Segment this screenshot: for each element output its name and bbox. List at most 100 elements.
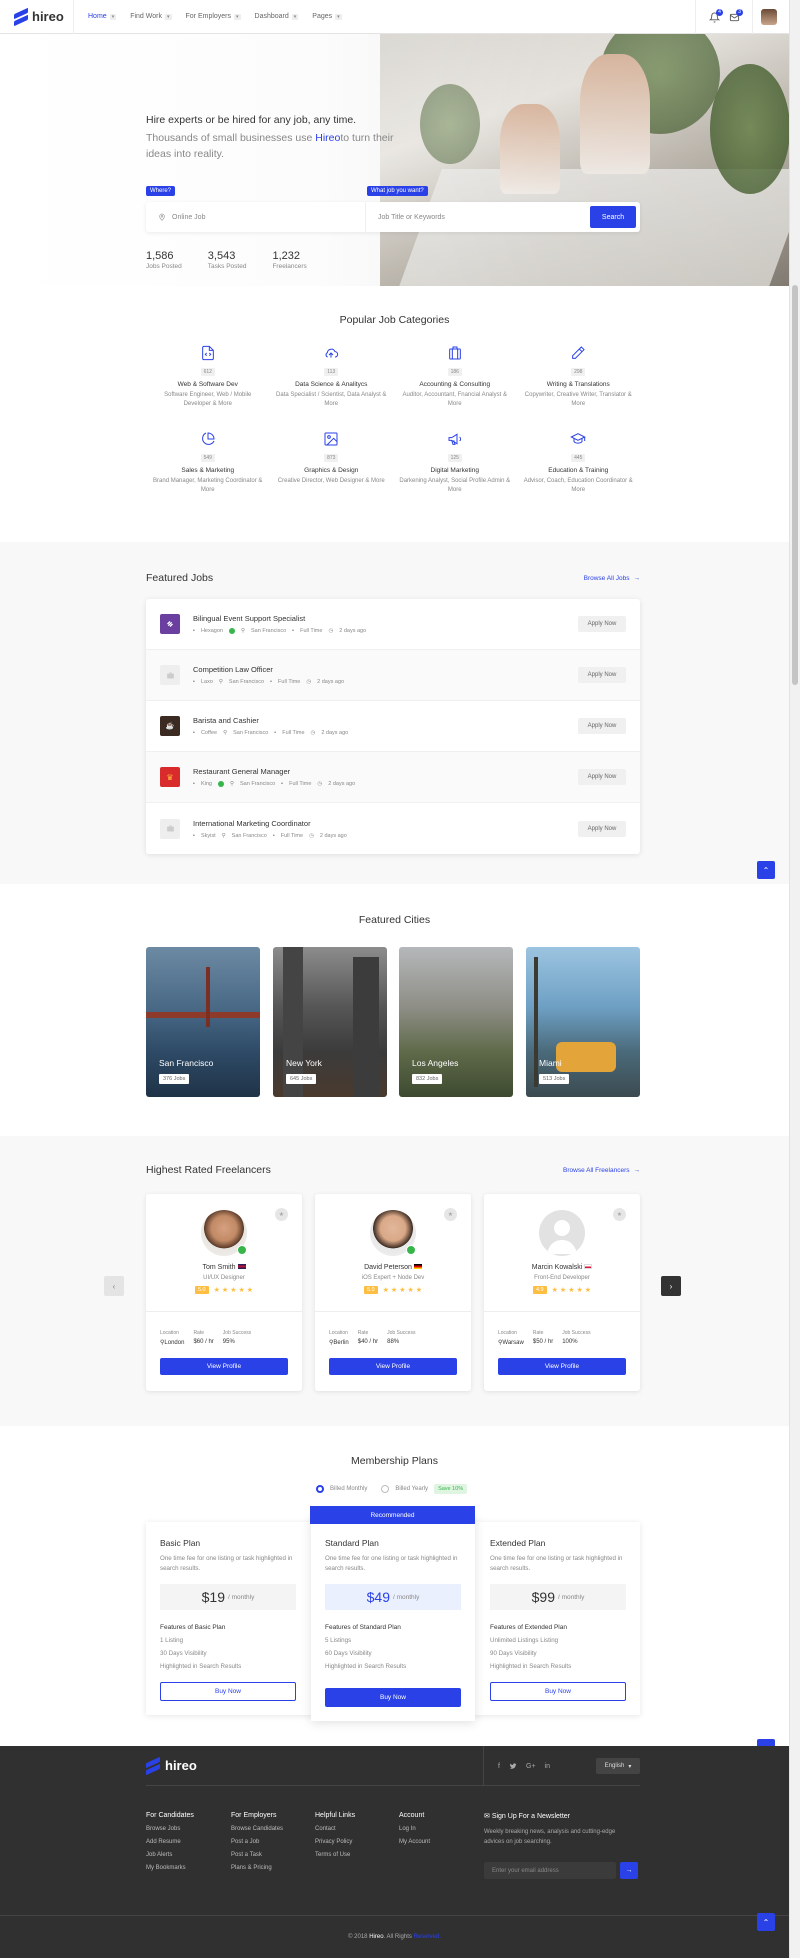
carousel-next-button[interactable]: ›: [661, 1276, 681, 1296]
search-button[interactable]: Search: [590, 206, 636, 228]
footer-logo[interactable]: hireo: [146, 1756, 197, 1775]
nav-find-work[interactable]: Find Work ▾: [130, 13, 172, 20]
category-sales-marketing[interactable]: 549 Sales & Marketing Brand Manager, Mar…: [146, 431, 270, 495]
location-input[interactable]: Online Job: [146, 202, 366, 232]
bookmark-star-button[interactable]: ★: [613, 1208, 626, 1221]
scrollbar-thumb[interactable]: [792, 285, 798, 685]
apply-now-button[interactable]: Apply Now: [578, 616, 626, 632]
browse-all-jobs-link[interactable]: Browse All Jobs →: [584, 575, 640, 582]
nav-for-employers[interactable]: For Employers ▾: [186, 13, 241, 20]
job-row[interactable]: Bilingual Event Support Specialist ▪ Hexa…: [146, 599, 640, 650]
nav-home[interactable]: Home ▾: [88, 13, 117, 20]
footer-link[interactable]: Post a Job: [231, 1839, 283, 1845]
city-card-miami[interactable]: Miami 513 Jobs: [526, 947, 640, 1097]
category-count: 445: [571, 454, 586, 462]
top-header: hireo Home ▾ Find Work ▾ For Employers ▾ Da…: [0, 0, 789, 34]
twitter-icon[interactable]: [509, 1762, 517, 1770]
job-row[interactable]: ☕ Barista and Cashier ▪ Coffee ⚲ San Franci…: [146, 701, 640, 752]
city-card-los-angeles[interactable]: Los Angeles 832 Jobs: [399, 947, 513, 1097]
back-to-top-button-edge[interactable]: [757, 1739, 775, 1746]
category-accounting[interactable]: 186 Accounting & Consulting Auditor, Acc…: [393, 345, 517, 409]
footer-link[interactable]: Privacy Policy: [315, 1839, 355, 1845]
category-web-dev[interactable]: 612 Web & Software Dev Software Engineer…: [146, 345, 270, 409]
logo[interactable]: hireo: [0, 0, 74, 34]
notifications-button[interactable]: 4: [704, 0, 724, 34]
category-desc: Creative Director, Web Designer & More: [277, 478, 385, 484]
footer-link[interactable]: Job Alerts: [146, 1852, 194, 1858]
nav-dashboard[interactable]: Dashboard ▾: [255, 13, 299, 20]
city-card-new-york[interactable]: New York 645 Jobs: [273, 947, 387, 1097]
keywords-input[interactable]: Job Title or Keywords: [366, 202, 590, 232]
rating-number: 5.0: [194, 1286, 209, 1294]
newsletter-email-input[interactable]: Enter your email address: [484, 1862, 616, 1879]
freelancer-name: David Peterson: [364, 1264, 412, 1271]
job-row[interactable]: Competition Law Officer ▪ Laxo ⚲ San Franci…: [146, 650, 640, 701]
footer-link[interactable]: My Account: [399, 1839, 430, 1845]
footer-link[interactable]: Browse Candidates: [231, 1826, 283, 1832]
facebook-icon[interactable]: f: [498, 1763, 500, 1770]
view-profile-button[interactable]: View Profile: [329, 1358, 457, 1375]
footer-link[interactable]: Post a Task: [231, 1852, 283, 1858]
job-row[interactable]: ♛ Restaurant General Manager ▪ King ⚲ San F…: [146, 752, 640, 803]
clock-icon: ◷: [309, 832, 314, 839]
job-title: Barista and Cashier: [193, 716, 259, 725]
page-scrollbar[interactable]: [789, 0, 800, 1958]
footer-link[interactable]: Browse Jobs: [146, 1826, 194, 1832]
back-to-top-button[interactable]: ⌃: [757, 1913, 775, 1931]
footer-link[interactable]: Log In: [399, 1826, 430, 1832]
apply-now-button[interactable]: Apply Now: [578, 769, 626, 785]
plan-feature: Highlighted in Search Results: [490, 1663, 572, 1670]
newsletter-title-text: Sign Up For a Newsletter: [491, 1813, 571, 1820]
bookmark-star-button[interactable]: ★: [444, 1208, 457, 1221]
job-company: Laxo: [200, 679, 213, 685]
google-plus-icon[interactable]: G+: [526, 1763, 536, 1770]
apply-now-button[interactable]: Apply Now: [578, 718, 626, 734]
footer-link[interactable]: Contact: [315, 1826, 355, 1832]
carousel-prev-button[interactable]: ‹: [104, 1276, 124, 1296]
view-profile-button[interactable]: View Profile: [498, 1358, 626, 1375]
bookmark-star-button[interactable]: ★: [275, 1208, 288, 1221]
chevron-down-icon: ▾: [628, 1763, 632, 1770]
verified-badge-icon: [217, 781, 224, 787]
category-data-science[interactable]: 113 Data Science & Analitycs Data Specia…: [270, 345, 394, 409]
buy-now-button[interactable]: Buy Now: [325, 1688, 461, 1707]
footer-col-account: Account Log In My Account: [399, 1812, 430, 1845]
job-info: International Marketing Coordinator ▪ Sky…: [193, 819, 347, 839]
pencil-icon: [572, 346, 585, 359]
category-education[interactable]: 445 Education & Training Advisor, Coach,…: [517, 431, 641, 495]
billed-yearly-radio[interactable]: [381, 1485, 390, 1493]
category-digital-marketing[interactable]: 125 Digital Marketing Darkening Analyst,…: [393, 431, 517, 495]
buy-now-button[interactable]: Buy Now: [160, 1682, 296, 1701]
billed-monthly-radio[interactable]: [316, 1485, 324, 1493]
apply-now-button[interactable]: Apply Now: [578, 667, 626, 683]
view-profile-button[interactable]: View Profile: [160, 1358, 288, 1375]
hero-person-graphic: [500, 104, 560, 194]
category-writing[interactable]: 298 Writing & Translations Copywriter, C…: [517, 345, 641, 409]
palm-graphic: [534, 957, 538, 1087]
briefcase-icon: ▪: [272, 832, 275, 839]
messages-button[interactable]: 3: [724, 0, 744, 34]
footer-link[interactable]: Terms of Use: [315, 1852, 355, 1858]
apply-now-button[interactable]: Apply Now: [578, 820, 626, 837]
envelope-icon: ✉: [484, 1813, 492, 1820]
divider: [315, 1311, 471, 1312]
browse-all-freelancers-link[interactable]: Browse All Freelancers →: [563, 1167, 640, 1174]
footer-link[interactable]: Plans & Pricing: [231, 1865, 283, 1871]
hero-person-graphic: [580, 54, 650, 174]
copyright-link[interactable]: Reserved.: [414, 1934, 441, 1940]
language-select[interactable]: English ▾: [596, 1758, 640, 1774]
user-avatar[interactable]: [761, 9, 777, 25]
job-row[interactable]: International Marketing Coordinator ▪ Sky…: [146, 803, 640, 854]
chevron-down-icon: ▾: [164, 13, 172, 20]
nav-pages[interactable]: Pages ▾: [312, 13, 342, 20]
linkedin-icon[interactable]: in: [545, 1763, 550, 1770]
footer-link[interactable]: Add Resume: [146, 1839, 194, 1845]
footer-link[interactable]: My Bookmarks: [146, 1865, 194, 1871]
back-to-top-button[interactable]: ⌃: [757, 861, 775, 879]
city-card-san-francisco[interactable]: San Francisco 376 Jobs: [146, 947, 260, 1097]
buy-now-button[interactable]: Buy Now: [490, 1682, 626, 1701]
coffee-logo-icon: ☕: [165, 723, 175, 730]
newsletter-submit-button[interactable]: →: [620, 1862, 638, 1879]
category-graphics[interactable]: 873 Graphics & Design Creative Director,…: [270, 431, 394, 495]
what-tag: What job you want?: [367, 186, 428, 196]
